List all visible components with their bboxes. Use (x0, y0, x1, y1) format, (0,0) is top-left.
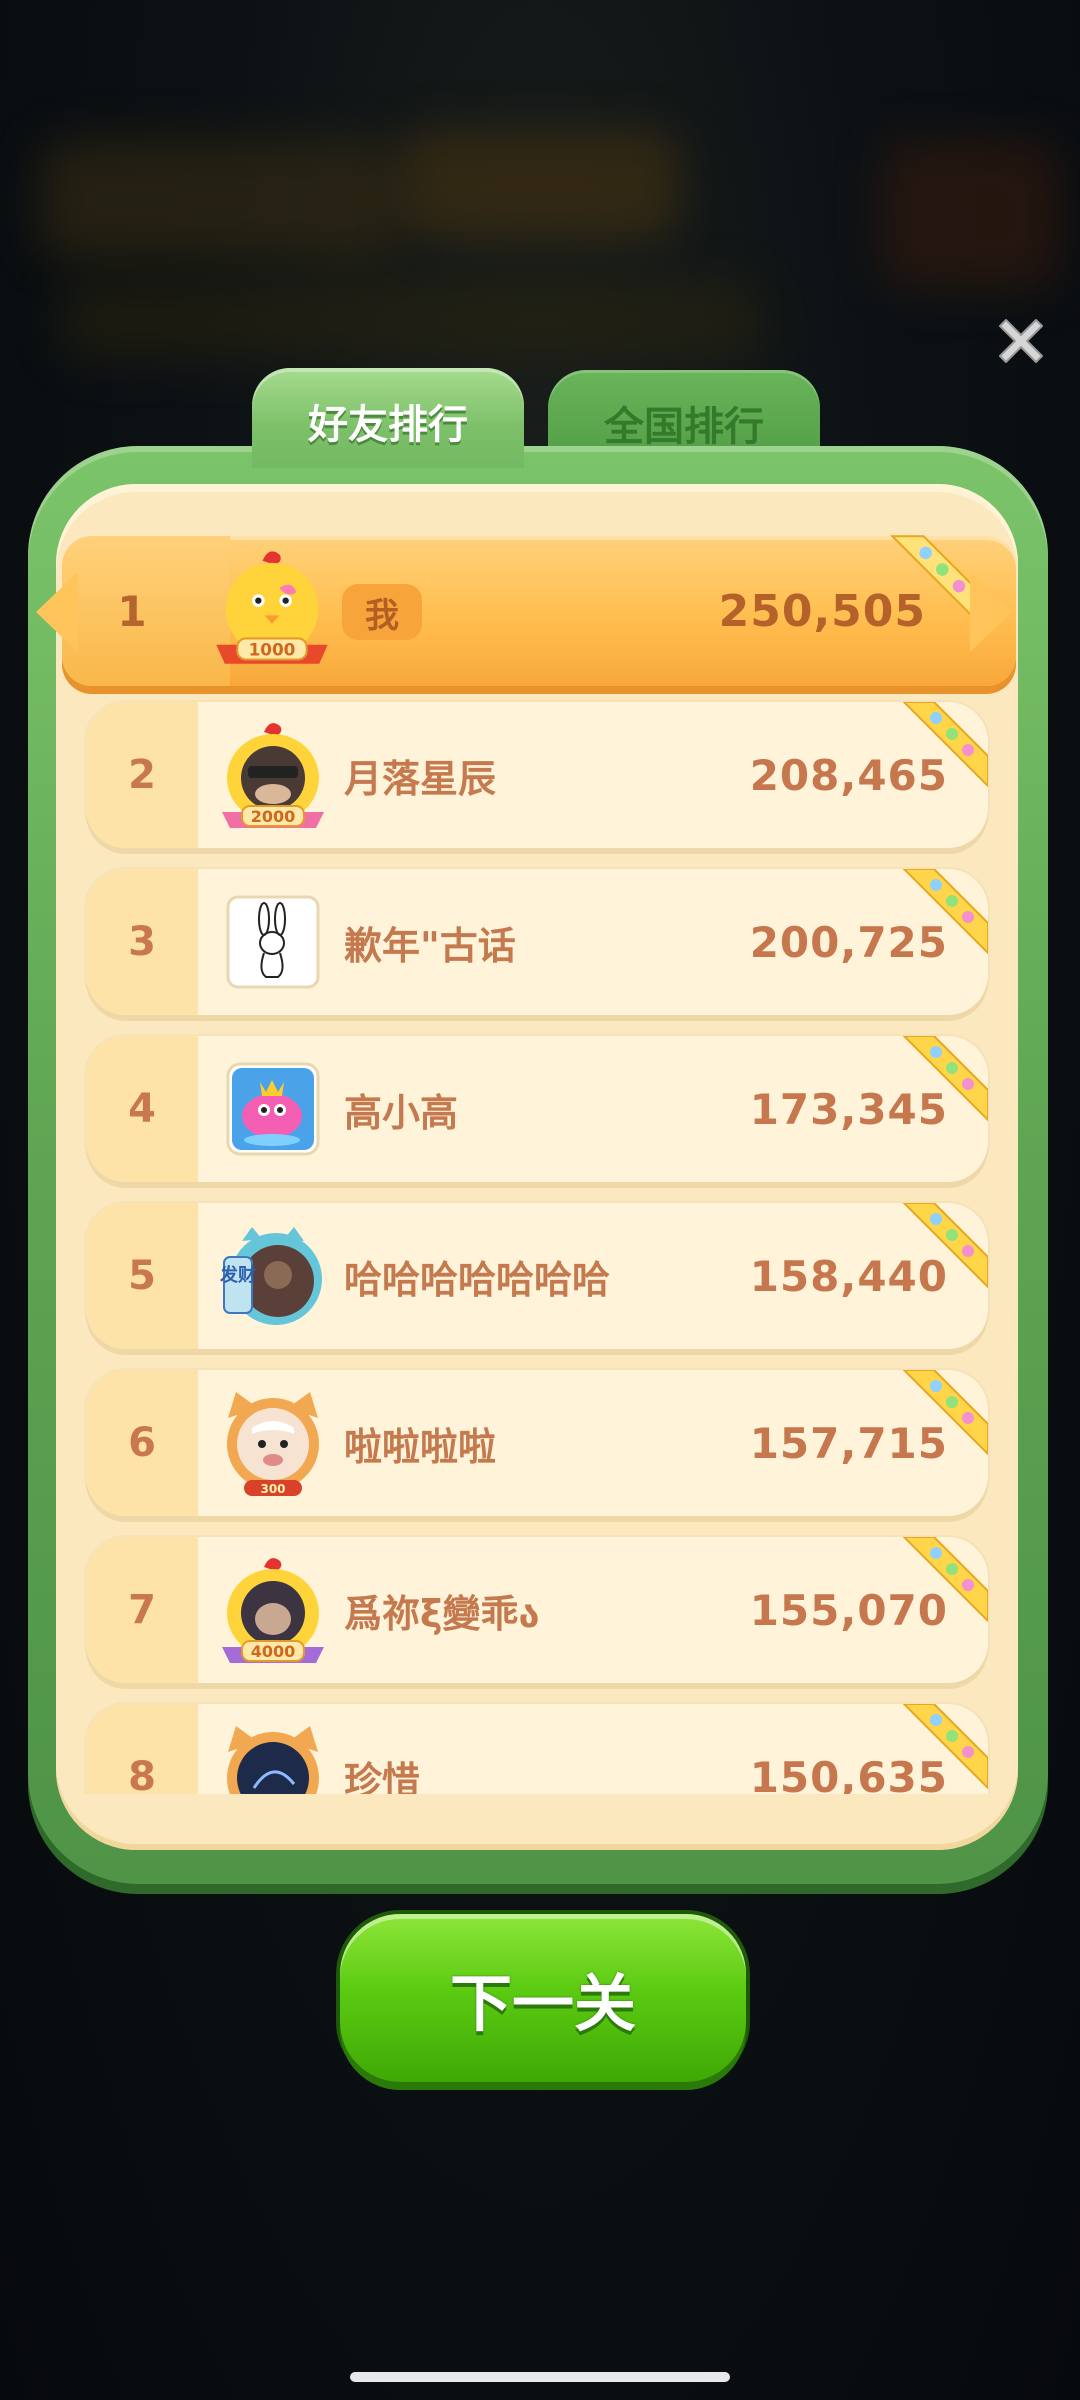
rank-number: 4 (128, 1086, 156, 1132)
next-level-button[interactable]: 下一关 (340, 1914, 746, 2082)
star-ribbon-icon (902, 1203, 988, 1289)
rank-number: 3 (128, 919, 156, 965)
home-indicator[interactable] (350, 2372, 730, 2382)
rank-number: 7 (128, 1587, 156, 1633)
me-badge: 我 (342, 584, 422, 640)
player-name: 啦啦啦啦 (344, 1424, 497, 1469)
rabbit-avatar-icon[interactable] (214, 883, 332, 1001)
avatar-level-text: 4000 (251, 1642, 296, 1661)
background-blur (60, 280, 760, 360)
player-name: 月落星辰 (344, 756, 497, 801)
close-icon (999, 319, 1043, 363)
leaderboard-row: 6 300 啦啦啦啦 157,715 (86, 1370, 988, 1516)
rank-number: 2 (128, 752, 156, 798)
player-name: 哈哈哈哈哈哈哈 (344, 1257, 611, 1302)
background-blur (40, 140, 400, 260)
star-ribbon-icon (902, 1537, 988, 1623)
pink-fish-avatar-icon[interactable] (214, 1050, 332, 1168)
star-ribbon-icon (902, 869, 988, 955)
star-ribbon-icon (902, 1036, 988, 1122)
star-ribbon-icon (902, 1370, 988, 1456)
tab-national-label: 全国排行 (604, 404, 764, 450)
player-name: 歉年"古话 (344, 923, 516, 968)
fox-frame-avatar-icon[interactable] (214, 1718, 332, 1794)
rank-number: 1 (117, 586, 147, 636)
rank-number: 5 (128, 1253, 156, 1299)
cat-frame-avatar-icon[interactable]: 发财 (214, 1217, 332, 1335)
leaderboard-row: 7 4000 爲祢ξ變乖ა 155,070 (86, 1537, 988, 1683)
star-ribbon-icon (902, 702, 988, 788)
avatar-level-text: 1000 (249, 639, 296, 659)
leaderboard-row: 2 2000 月落星辰 208,465 (86, 702, 988, 848)
star-ribbon-icon (902, 1704, 988, 1790)
player-name: 珍惜 (344, 1758, 421, 1795)
leaderboard-list[interactable]: 2 2000 月落星辰 208,465 3 歉年"古话 200,725 4 高小… (56, 532, 1018, 1794)
rank-number: 6 (128, 1420, 156, 1466)
leaderboard-row: 5 发财 哈哈哈哈哈哈哈 158,440 (86, 1203, 988, 1349)
close-button[interactable] (990, 310, 1052, 372)
leaderboard-row: 8 珍惜 150,635 (86, 1704, 988, 1794)
avatar-level-text: 300 (260, 1482, 285, 1496)
leaderboard-row-me: 1 1000 我 250,505 (32, 535, 1016, 686)
chick-avatar-icon[interactable]: 4000 (214, 1551, 332, 1669)
leaderboard-inner: 2 2000 月落星辰 208,465 3 歉年"古话 200,725 4 高小… (56, 484, 1018, 1850)
tab-friends-label: 好友排行 (308, 402, 468, 448)
right-arrow-icon (970, 572, 1012, 652)
background-blur (880, 140, 1060, 290)
avatar-level-text: 2000 (251, 807, 296, 826)
next-level-label: 下一关 (449, 1967, 636, 2040)
leaderboard-row: 3 歉年"古话 200,725 (86, 869, 988, 1015)
rank-number: 8 (128, 1754, 156, 1794)
background-blur (400, 130, 680, 240)
leaderboard-row: 4 高小高 173,345 (86, 1036, 988, 1182)
player-name: 爲祢ξ變乖ა (344, 1591, 540, 1636)
frame-text: 发财 (219, 1264, 256, 1286)
chick-avatar-icon[interactable]: 1000 (210, 546, 334, 670)
tab-national-ranking[interactable]: 全国排行 (548, 370, 820, 454)
player-name: 高小高 (344, 1090, 459, 1135)
chick-avatar-icon[interactable]: 2000 (214, 716, 332, 834)
tab-friends-ranking[interactable]: 好友排行 (252, 368, 524, 468)
fox-frame-avatar-icon[interactable]: 300 (214, 1384, 332, 1502)
